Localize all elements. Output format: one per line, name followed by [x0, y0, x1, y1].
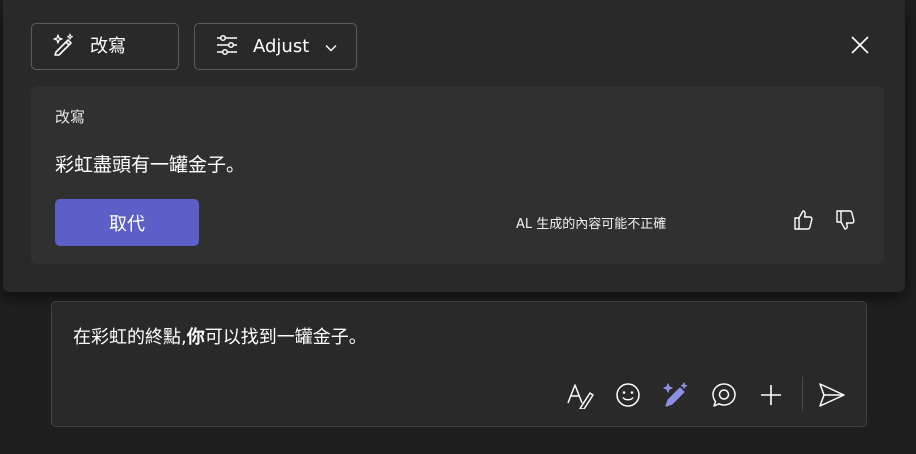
chevron-down-icon — [325, 37, 337, 56]
compose-text-end: 可以找到一罐金子。 — [204, 327, 367, 348]
compose-text-bold: 你 — [186, 327, 205, 348]
rewrite-label: 改寫 — [90, 35, 126, 57]
loop-icon — [711, 382, 737, 412]
send-button[interactable] — [817, 382, 847, 412]
rewrite-panel: 改寫 Adjust 改寫 彩虹盡頭有一罐金子。 取代 AL 生成的內容可能不正確 — [3, 0, 905, 292]
emoji-button[interactable] — [613, 382, 643, 412]
loop-button[interactable] — [709, 382, 739, 412]
adjust-label: Adjust — [253, 35, 310, 57]
sparkle-pen-icon — [50, 32, 76, 62]
sliders-icon — [215, 34, 239, 60]
copilot-pen-icon — [661, 381, 689, 413]
format-button[interactable] — [565, 382, 595, 412]
rewrite-result-card: 改寫 彩虹盡頭有一罐金子。 取代 AL 生成的內容可能不正確 — [31, 86, 884, 264]
format-text-icon — [566, 381, 594, 413]
compose-text[interactable]: 在彩虹的終點,你可以找到一罐金子。 — [73, 323, 367, 349]
ai-disclaimer: AL 生成的內容可能不正確 — [516, 217, 667, 232]
replace-button[interactable]: 取代 — [55, 199, 199, 246]
thumbs-down-icon — [834, 209, 856, 235]
thumbs-down-button[interactable] — [832, 209, 858, 235]
adjust-dropdown[interactable]: Adjust — [194, 23, 357, 70]
plus-icon — [759, 383, 783, 411]
close-button[interactable] — [845, 32, 875, 62]
emoji-icon — [615, 382, 641, 412]
copilot-rewrite-button[interactable] — [660, 382, 690, 412]
rewritten-text: 彩虹盡頭有一罐金子。 — [55, 154, 246, 176]
close-icon — [850, 35, 870, 59]
card-heading: 改寫 — [55, 108, 86, 126]
compose-text-start: 在彩虹的終點, — [73, 327, 187, 348]
rewrite-button[interactable]: 改寫 — [31, 23, 179, 70]
send-icon — [818, 382, 846, 412]
thumbs-up-button[interactable] — [790, 209, 816, 235]
message-compose-box[interactable]: 在彩虹的終點,你可以找到一罐金子。 — [51, 301, 867, 427]
thumbs-up-icon — [792, 209, 814, 235]
add-button[interactable] — [756, 382, 786, 412]
toolbar-divider — [802, 377, 803, 411]
